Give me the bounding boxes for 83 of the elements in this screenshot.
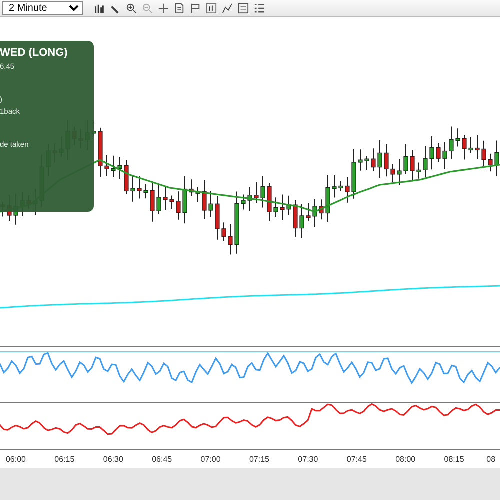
candlestick <box>430 136 434 170</box>
time-label: 07:30 <box>298 455 318 464</box>
candlestick <box>319 199 324 220</box>
time-label: 08:15 <box>444 455 464 464</box>
candlestick <box>228 224 233 256</box>
candlestick <box>475 134 480 160</box>
candlestick <box>488 153 493 172</box>
time-label: 07:15 <box>249 455 270 464</box>
zoom-in-icon[interactable] <box>126 2 137 14</box>
candlestick <box>215 196 220 240</box>
time-label: 07:00 <box>200 455 221 464</box>
candlestick <box>118 156 122 180</box>
timeframe-dropdown[interactable]: 2 Minute <box>2 1 83 15</box>
candlestick <box>306 202 311 222</box>
candlestick <box>312 198 318 228</box>
time-label: 06:30 <box>103 455 124 464</box>
candlestick <box>150 182 155 222</box>
candlestick <box>358 149 363 172</box>
candlestick <box>124 159 129 195</box>
candlestick <box>416 162 422 180</box>
candlestick <box>196 186 200 204</box>
list-icon[interactable] <box>254 2 265 14</box>
candlestick <box>494 140 500 177</box>
candlestick <box>300 204 304 239</box>
candlestick <box>170 195 174 210</box>
candlestick <box>274 197 278 218</box>
candlestick <box>436 142 441 163</box>
candlestick <box>241 194 246 210</box>
candlestick <box>104 154 110 177</box>
candlestick <box>442 141 448 170</box>
candlestick <box>222 222 226 242</box>
candlestick <box>234 191 240 254</box>
candlestick <box>137 176 142 200</box>
crosshair-icon[interactable] <box>158 2 169 14</box>
candlestick <box>202 180 207 220</box>
candlestick <box>326 174 330 223</box>
candlestick <box>338 180 344 192</box>
candlestick <box>404 144 408 175</box>
candlestick <box>130 176 136 202</box>
candlestick <box>449 126 454 160</box>
candlestick <box>371 148 376 172</box>
bar-chart-icon[interactable] <box>94 2 105 14</box>
candlestick <box>468 136 474 154</box>
candlestick <box>156 184 162 216</box>
candlestick <box>189 179 194 197</box>
candlestick <box>410 150 415 182</box>
candlestick <box>144 184 148 200</box>
candlestick <box>462 134 467 160</box>
candlestick <box>345 176 350 204</box>
panel-title: WED (LONG) <box>0 47 69 59</box>
candlestick <box>456 128 460 148</box>
candlestick <box>384 144 389 178</box>
candlestick <box>364 156 370 171</box>
candlestick <box>176 191 181 220</box>
candlestick <box>482 140 486 169</box>
candlestick <box>111 155 116 178</box>
candlestick <box>98 127 103 178</box>
candlestick <box>332 174 337 198</box>
time-label: 08:00 <box>396 455 416 464</box>
candlestick <box>390 163 396 183</box>
chart-frame-icon[interactable] <box>206 2 217 14</box>
candlestick <box>280 194 285 221</box>
candlestick <box>352 149 356 200</box>
candlestick <box>254 182 259 204</box>
candlestick <box>378 140 382 179</box>
candlestick <box>423 146 428 178</box>
time-label: 07:45 <box>346 455 367 464</box>
candlestick <box>248 186 252 212</box>
candlestick <box>267 182 272 222</box>
candlestick <box>260 176 266 208</box>
document-icon[interactable] <box>174 2 185 14</box>
time-label: 08 <box>486 455 496 464</box>
candlestick <box>182 176 188 224</box>
time-label: 06:15 <box>54 455 75 464</box>
line-chart-icon[interactable] <box>222 2 233 14</box>
time-label: 06:00 <box>6 455 26 464</box>
time-label: 06:45 <box>152 455 172 464</box>
candlestick <box>208 190 214 218</box>
flag-icon[interactable] <box>190 2 201 14</box>
candlestick <box>163 186 168 211</box>
candlestick <box>397 158 402 186</box>
candlestick <box>286 195 292 216</box>
candlestick <box>293 200 298 238</box>
